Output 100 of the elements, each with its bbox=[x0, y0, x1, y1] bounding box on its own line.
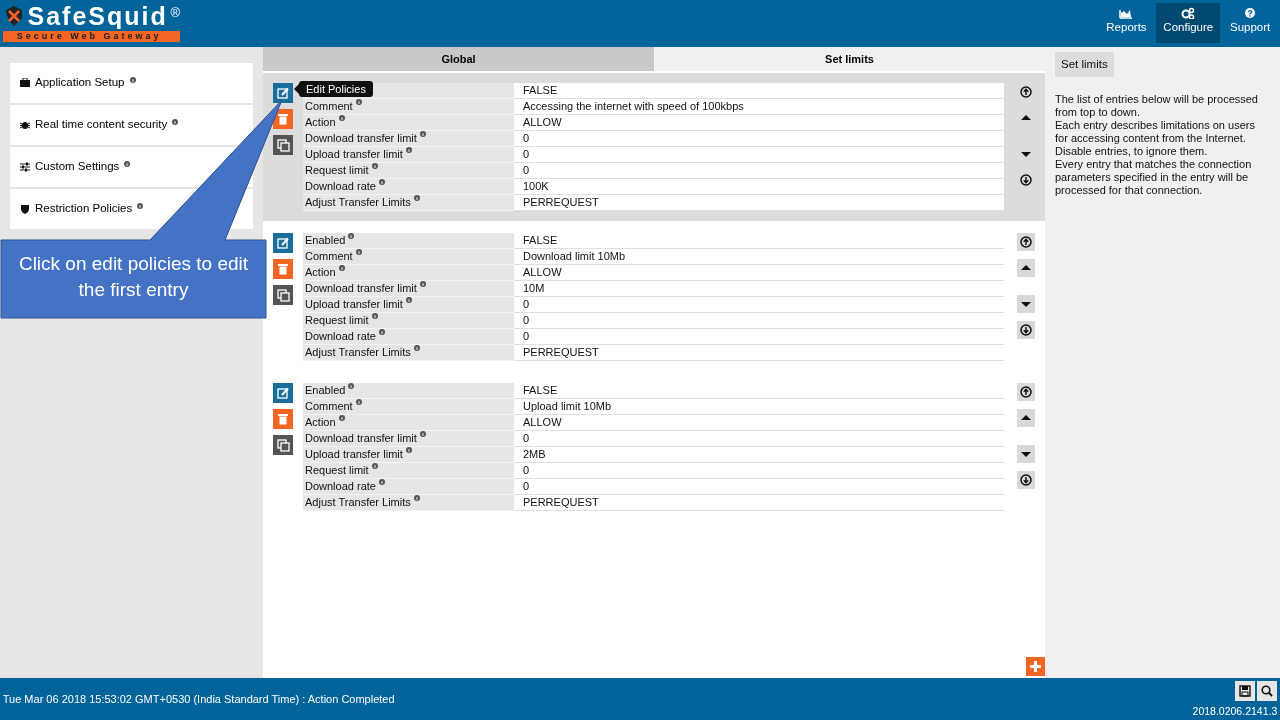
field-value: 0 bbox=[514, 147, 1005, 163]
field-label: Upload transfer limit bbox=[305, 297, 403, 312]
field-label: Upload transfer limit bbox=[305, 147, 403, 162]
info-icon bbox=[129, 77, 136, 83]
field-value: Accessing the internet with speed of 100kbps bbox=[514, 99, 1005, 115]
field-label: Action bbox=[305, 265, 336, 280]
field-label: Download transfer limit bbox=[305, 281, 417, 296]
copy-icon bbox=[276, 138, 290, 152]
info-icon bbox=[137, 203, 144, 209]
field-label: Enabled bbox=[305, 383, 346, 398]
info-icon bbox=[172, 119, 179, 125]
field-value: PERREQUEST bbox=[514, 345, 1005, 361]
field-label: Comment bbox=[305, 249, 353, 264]
field-label: Comment bbox=[305, 99, 353, 114]
field-label: Enabled bbox=[305, 233, 346, 248]
field-value: ALLOW bbox=[514, 115, 1005, 131]
field-value: Upload limit 10Mb bbox=[514, 399, 1005, 415]
copy-button[interactable] bbox=[273, 285, 293, 305]
field-value: 100K bbox=[514, 179, 1005, 195]
registered-mark: ® bbox=[170, 3, 181, 22]
field-label: Action bbox=[305, 415, 336, 430]
circle-down-icon bbox=[1020, 324, 1032, 336]
field-label: Download transfer limit bbox=[305, 131, 417, 146]
plus-icon bbox=[1030, 661, 1041, 672]
field-value: ALLOW bbox=[514, 415, 1005, 431]
field-value: ALLOW bbox=[514, 265, 1005, 281]
trash-icon bbox=[278, 263, 288, 275]
field-value: 0 bbox=[514, 313, 1005, 329]
field-value: 0 bbox=[514, 297, 1005, 313]
search-button[interactable] bbox=[1257, 680, 1278, 701]
field-label: Request limit bbox=[305, 463, 369, 478]
search-icon bbox=[1261, 684, 1274, 697]
nav-button[interactable]: Reports bbox=[1099, 2, 1154, 43]
move-up-button[interactable] bbox=[1017, 409, 1035, 427]
field-label: Download transfer limit bbox=[305, 431, 417, 446]
move-bottom-button[interactable] bbox=[1017, 171, 1035, 189]
help-title: Set limits bbox=[1055, 51, 1114, 77]
tooltip-arrow-icon bbox=[294, 84, 299, 94]
field-value: 10M bbox=[514, 281, 1005, 297]
move-down-button[interactable] bbox=[1017, 295, 1035, 313]
save-icon bbox=[1238, 684, 1251, 697]
copy-button[interactable] bbox=[273, 435, 293, 455]
gears-icon bbox=[1181, 6, 1196, 19]
field-label: Request limit bbox=[305, 313, 369, 328]
move-down-button[interactable] bbox=[1017, 445, 1035, 463]
move-bottom-button[interactable] bbox=[1017, 321, 1035, 339]
circle-up-icon bbox=[1020, 386, 1032, 398]
field-value: 0 bbox=[514, 131, 1005, 147]
tab[interactable]: Global bbox=[263, 47, 654, 71]
trash-icon bbox=[278, 413, 288, 425]
field-value: 0 bbox=[514, 479, 1005, 495]
field-value: 2MB bbox=[514, 447, 1005, 463]
edit-button[interactable] bbox=[273, 83, 293, 103]
delete-button[interactable] bbox=[273, 259, 293, 279]
field-label: Action bbox=[305, 115, 336, 130]
field-label: Download rate bbox=[305, 329, 376, 344]
edit-icon bbox=[277, 87, 289, 99]
nav-button[interactable]: Configure bbox=[1156, 2, 1221, 43]
callout-text: Click on edit policies to edit the first entry bbox=[17, 252, 250, 302]
help-text: Each entry describes limitations on users for accessing content from the Internet. bbox=[1055, 119, 1256, 145]
field-value: 0 bbox=[514, 329, 1005, 345]
trash-icon bbox=[278, 113, 288, 125]
move-top-button[interactable] bbox=[1017, 383, 1035, 401]
field-value: 0 bbox=[514, 463, 1005, 479]
brand-name: SafeSquid bbox=[27, 2, 168, 29]
field-label: Upload transfer limit bbox=[305, 447, 403, 462]
move-up-button[interactable] bbox=[1017, 259, 1035, 277]
circle-down-icon bbox=[1020, 174, 1032, 186]
field-label: Adjust Transfer Limits bbox=[305, 495, 411, 510]
field-label: Comment bbox=[305, 399, 353, 414]
sidebar-item[interactable]: Application Setup bbox=[10, 63, 253, 103]
copy-button[interactable] bbox=[273, 135, 293, 155]
copy-icon bbox=[276, 438, 290, 452]
field-value: Download limit 10Mb bbox=[514, 249, 1005, 265]
help-text: Disable entries, to ignore them. bbox=[1055, 145, 1209, 158]
move-bottom-button[interactable] bbox=[1017, 471, 1035, 489]
field-value: FALSE bbox=[514, 383, 1005, 399]
delete-button[interactable] bbox=[273, 409, 293, 429]
copy-icon bbox=[276, 288, 290, 302]
move-top-button[interactable] bbox=[1017, 83, 1035, 101]
edit-button[interactable] bbox=[273, 233, 293, 253]
circle-up-icon bbox=[1020, 236, 1032, 248]
help-text: Every entry that matches the connection parameters specified in the entry will be processed for that connection. bbox=[1055, 158, 1253, 197]
field-value: 0 bbox=[514, 163, 1005, 179]
circle-down-icon bbox=[1020, 474, 1032, 486]
edit-icon bbox=[277, 237, 289, 249]
field-value: PERREQUEST bbox=[514, 495, 1005, 511]
shield-icon bbox=[20, 204, 30, 214]
sidebar-item[interactable]: Real time content security bbox=[10, 105, 253, 145]
edit-button[interactable] bbox=[273, 383, 293, 403]
add-button[interactable] bbox=[1026, 657, 1045, 676]
field-label: Download rate bbox=[305, 179, 376, 194]
nav-button[interactable]: Support bbox=[1222, 2, 1278, 43]
circle-up-icon bbox=[1020, 86, 1032, 98]
move-top-button[interactable] bbox=[1017, 233, 1035, 251]
edit-icon bbox=[277, 387, 289, 399]
help-text: The list of entries below will be processed from top to down. bbox=[1055, 93, 1259, 119]
help-icon bbox=[1243, 6, 1258, 19]
tab[interactable]: Set limits bbox=[654, 47, 1045, 71]
save-button[interactable] bbox=[1234, 680, 1255, 701]
